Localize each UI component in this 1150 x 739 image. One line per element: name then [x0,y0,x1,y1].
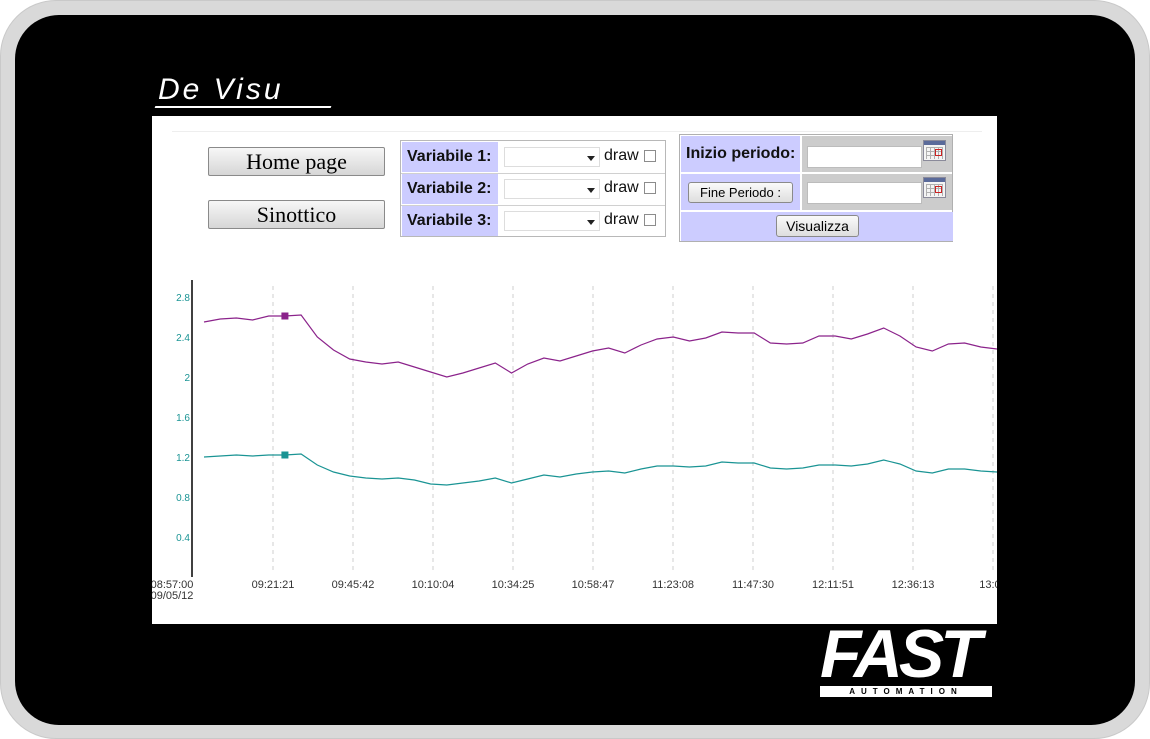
draw-3-label: draw [604,211,639,228]
x-tick-label: 09:45:42 [332,579,375,591]
y-tick-label: 0.4 [176,533,190,544]
variable-2-select[interactable] [504,179,600,199]
start-period-cell [802,136,952,172]
x-tick-label: 13:00 [979,579,997,591]
draw-1-checkbox[interactable] [644,150,656,162]
top-divider [172,131,982,132]
variable-2-label: Variabile 2: [402,174,498,204]
content-panel: Home page Sinottico Variabile 1: draw Va… [152,116,997,624]
x-tick-label: 11:47:30 [732,579,774,591]
end-period-cell-label: Fine Periodo : [681,174,800,210]
series-line-2 [203,453,997,486]
series-marker-2 [281,451,289,459]
chevron-down-icon [587,220,595,225]
devisu-logo: De Visu [154,73,333,110]
visualizza-button[interactable]: Visualizza [776,215,859,237]
devisu-logo-text: De Visu [158,73,284,106]
end-period-cell [802,174,952,210]
x-tick-label: 10:10:04 [412,579,455,591]
variable-1-label: Variabile 1: [402,142,498,172]
x-tick-label: 09:21:21 [252,579,295,591]
end-period-button[interactable]: Fine Periodo : [688,182,793,203]
variables-table: Variabile 1: draw Variabile 2: draw Vari… [400,140,666,237]
x-tick-label: 12:36:13 [892,579,935,591]
y-tick-label: 0.8 [176,493,190,504]
series-marker-1 [281,312,289,320]
devisu-logo-underline [154,106,332,108]
y-tick-label: 2.8 [176,293,190,304]
draw-1-label: draw [604,147,639,164]
chevron-down-icon [587,188,595,193]
draw-2-label: draw [604,179,639,196]
x-tick-label: 12:11:51 [812,579,854,591]
draw-2-checkbox[interactable] [644,182,656,194]
fast-logo-text: FAST [820,616,982,692]
fast-logo-subtext: AUTOMATION [849,687,963,696]
variable-row-2: Variabile 2: draw [401,173,665,205]
variable-3-select[interactable] [504,211,600,231]
y-tick-label: 2.4 [176,333,190,344]
start-period-input[interactable] [807,146,922,168]
variable-1-select[interactable] [504,147,600,167]
x-tick-label: 08:57:00 09/05/12 [152,579,193,602]
show-button-row: Visualizza [681,212,953,241]
draw-3-checkbox[interactable] [644,214,656,226]
x-tick-label: 10:58:47 [572,579,615,591]
sinottico-button[interactable]: Sinottico [208,200,385,229]
y-tick-label: 2 [184,373,190,384]
end-period-input[interactable] [807,182,922,204]
calendar-icon[interactable] [923,140,946,161]
series-line-1 [203,314,997,378]
variable-row-1: Variabile 1: draw [401,141,665,173]
y-tick-label: 1.6 [176,413,190,424]
x-tick-label: 11:23:08 [652,579,694,591]
period-table: Inizio periodo: Fine Periodo : Visualizz… [679,134,953,242]
variable-row-3: Variabile 3: draw [401,205,665,237]
fast-automation-logo: FAST AUTOMATION [818,620,996,700]
trend-chart: 0.4 0.8 1.2 1.6 2 2.4 2.8 08:57:00 09/05/12 09:21… [152,280,997,602]
calendar-icon[interactable] [923,177,946,198]
chevron-down-icon [587,156,595,161]
variable-3-label: Variabile 3: [402,206,498,236]
home-page-button[interactable]: Home page [208,147,385,176]
x-tick-label: 10:34:25 [492,579,535,591]
y-tick-label: 1.2 [176,453,190,464]
start-period-label: Inizio periodo: [681,136,800,172]
